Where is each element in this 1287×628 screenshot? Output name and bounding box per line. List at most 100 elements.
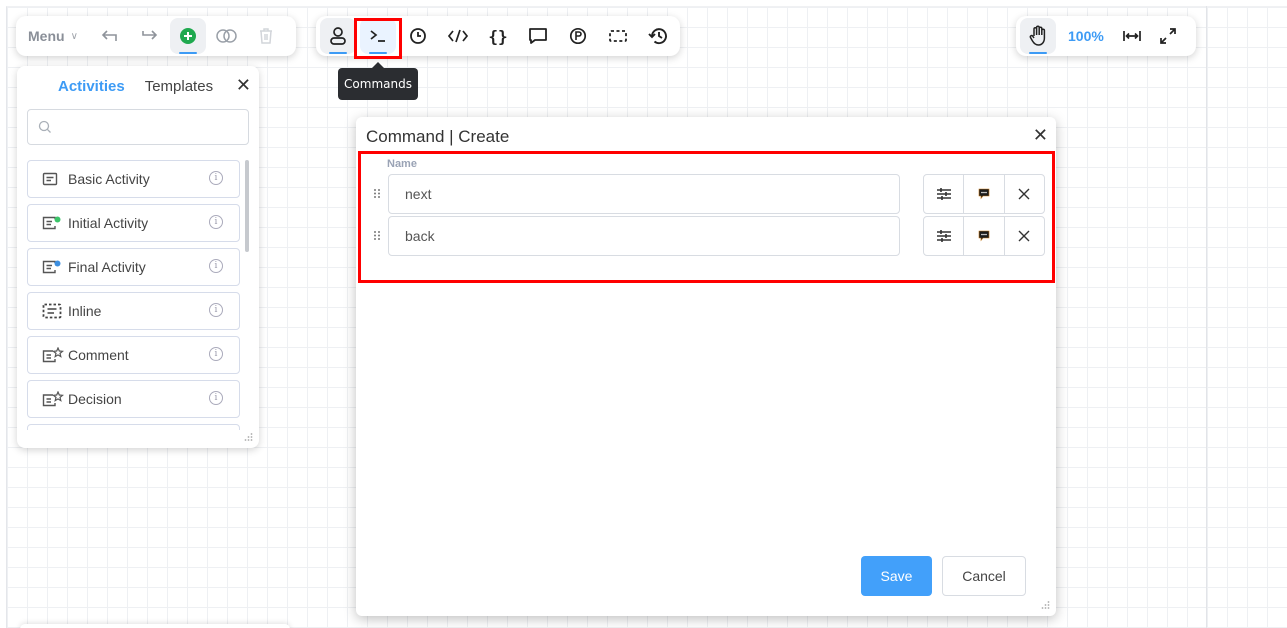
close-icon[interactable]: ✕ xyxy=(1033,125,1048,146)
command-row xyxy=(372,174,1046,214)
close-icon[interactable]: ✕ xyxy=(236,76,251,94)
hand-icon xyxy=(1029,25,1046,46)
undo-button[interactable] xyxy=(92,18,128,54)
command-row xyxy=(372,216,1046,256)
delete-icon xyxy=(259,28,272,44)
fit-width-button[interactable] xyxy=(1114,18,1150,54)
activity-label: Initial Activity xyxy=(68,215,149,231)
command-name-input[interactable] xyxy=(388,174,900,214)
braces-icon: {} xyxy=(488,26,508,46)
comment-button[interactable] xyxy=(520,18,556,54)
toolbar-view: 100% xyxy=(1016,16,1196,56)
activity-item-decision[interactable]: Decision i xyxy=(27,380,240,418)
menu-button[interactable]: Menu ∨ xyxy=(28,28,78,44)
drag-handle-icon[interactable] xyxy=(372,187,382,201)
activity-item-final[interactable]: Final Activity i xyxy=(27,248,240,286)
activities-panel: Activities Templates ✕ Basic Activity i … xyxy=(17,66,259,448)
menu-label: Menu xyxy=(28,28,65,44)
dialog-title: Command | Create xyxy=(366,127,510,146)
info-icon[interactable]: i xyxy=(209,347,223,361)
chevron-down-icon: ∨ xyxy=(70,30,78,42)
commands-button[interactable] xyxy=(360,18,396,54)
sliders-icon xyxy=(936,230,951,242)
clock-icon xyxy=(410,28,426,44)
activity-label: Inline xyxy=(68,303,102,319)
canvas-divider xyxy=(1206,6,1207,628)
activity-search[interactable] xyxy=(27,109,249,145)
search-icon xyxy=(38,120,51,133)
fullscreen-button[interactable] xyxy=(1150,18,1186,54)
info-icon[interactable]: i xyxy=(209,171,223,185)
resize-handle-icon[interactable] xyxy=(1040,600,1050,610)
command-comment-button[interactable] xyxy=(964,217,1005,255)
info-icon[interactable]: i xyxy=(209,259,223,273)
command-settings-button[interactable] xyxy=(924,217,965,255)
command-comment-button[interactable] xyxy=(964,175,1005,213)
activity-label: Comment xyxy=(68,347,129,363)
info-icon[interactable]: i xyxy=(209,215,223,229)
activity-label: Decision xyxy=(68,391,122,407)
command-remove-button[interactable] xyxy=(1005,175,1044,213)
sliders-icon xyxy=(936,188,951,200)
comment-bubble-icon xyxy=(978,188,990,200)
drag-handle-icon[interactable] xyxy=(372,229,382,243)
commands-tooltip: Commands xyxy=(338,62,418,100)
activity-label: Final Activity xyxy=(68,259,146,275)
command-remove-button[interactable] xyxy=(1005,217,1044,255)
history-button[interactable] xyxy=(640,18,676,54)
tab-templates[interactable]: Templates xyxy=(145,78,213,95)
cancel-button[interactable]: Cancel xyxy=(942,556,1026,596)
comment-bubble-icon xyxy=(978,230,990,242)
command-settings-button[interactable] xyxy=(924,175,965,213)
activity-item-initial[interactable]: Initial Activity i xyxy=(27,204,240,242)
initial-activity-icon xyxy=(42,216,61,230)
comment-icon xyxy=(529,28,547,44)
close-icon xyxy=(1018,188,1030,200)
tab-activities[interactable]: Activities xyxy=(58,78,125,95)
toggle-button[interactable] xyxy=(209,18,245,54)
panel-tabs: Activities Templates xyxy=(58,78,213,95)
history-icon xyxy=(648,28,667,45)
basic-activity-icon xyxy=(42,172,58,186)
command-name-input[interactable] xyxy=(388,216,900,256)
command-actions xyxy=(923,216,1045,256)
name-field-label: Name xyxy=(387,158,417,170)
activity-search-input[interactable] xyxy=(58,119,248,135)
activity-item-inline[interactable]: Inline i xyxy=(27,292,240,330)
timer-button[interactable] xyxy=(400,18,436,54)
comment-activity-icon xyxy=(42,347,64,363)
redo-icon xyxy=(142,30,158,40)
variables-button[interactable]: {} xyxy=(480,18,516,54)
parameters-button[interactable] xyxy=(560,18,596,54)
toggle-icon xyxy=(216,29,237,43)
resize-handle-icon[interactable] xyxy=(243,432,253,442)
user-button[interactable] xyxy=(320,18,356,54)
pan-button[interactable] xyxy=(1020,18,1056,54)
redo-button[interactable] xyxy=(131,18,167,54)
zoom-level[interactable]: 100% xyxy=(1068,28,1104,44)
save-button[interactable]: Save xyxy=(861,556,932,596)
scrollbar-thumb[interactable] xyxy=(245,160,249,252)
command-actions xyxy=(923,174,1045,214)
inline-icon xyxy=(42,303,62,319)
delete-button[interactable] xyxy=(248,18,284,54)
code-button[interactable] xyxy=(440,18,476,54)
close-icon xyxy=(1018,230,1030,242)
activity-item-comment[interactable]: Comment i xyxy=(27,336,240,374)
parking-icon xyxy=(569,27,587,45)
selection-button[interactable] xyxy=(600,18,636,54)
selection-icon xyxy=(609,30,627,42)
info-icon[interactable]: i xyxy=(209,303,223,317)
code-icon xyxy=(447,29,469,43)
final-activity-icon xyxy=(42,260,61,274)
bottom-panel xyxy=(20,624,290,628)
add-icon xyxy=(179,28,196,44)
add-button[interactable] xyxy=(169,18,206,54)
activity-item-partial[interactable] xyxy=(27,424,240,430)
undo-icon xyxy=(101,30,117,41)
toolbar-left: Menu ∨ xyxy=(16,16,296,56)
info-icon[interactable]: i xyxy=(209,391,223,405)
user-icon xyxy=(330,27,346,45)
command-dialog: Command | Create ✕ Name next back Save C… xyxy=(356,117,1056,616)
activity-item-basic[interactable]: Basic Activity i xyxy=(27,160,240,198)
